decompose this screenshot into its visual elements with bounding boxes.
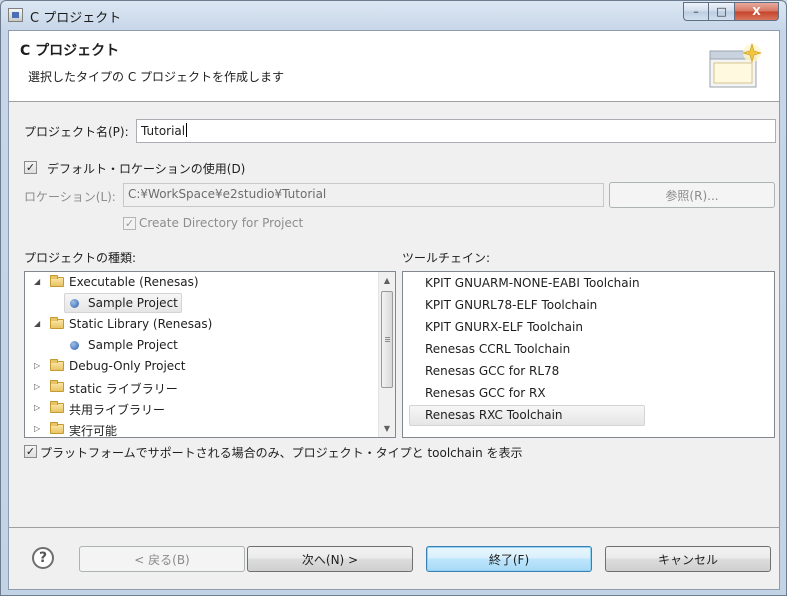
tree-item-shared-library[interactable]: ▷ 共用ライブラリー [25,398,380,419]
banner-title: C プロジェクト [20,43,120,59]
close-button[interactable]: X [735,2,779,21]
collapsed-triangle-icon[interactable]: ▷ [34,361,40,370]
help-icon[interactable]: ? [32,547,54,569]
finish-button[interactable]: 終了(F) [426,546,592,572]
folder-icon [50,359,64,371]
minimize-button[interactable]: – [683,2,709,21]
tree-item-label: Sample Project [88,338,178,352]
next-button[interactable]: 次へ(N) > [247,546,413,572]
back-button[interactable]: < 戻る(B) [79,546,245,572]
tree-item-label: Sample Project [88,296,178,310]
folder-icon [50,422,64,434]
tree-item-label: Executable (Renesas) [69,275,199,289]
project-name-input[interactable]: Tutorial [136,119,776,143]
project-types-label: プロジェクトの種類: [24,251,137,265]
tree-item-debug-only[interactable]: ▷ Debug-Only Project [25,356,380,377]
tree-item-static-library-jp[interactable]: ▷ static ライブラリー [25,377,380,398]
new-project-wizard-icon [709,42,763,88]
default-location-checkbox[interactable]: ✓ [24,161,37,174]
project-name-label: プロジェクト名(P): [24,125,129,139]
window-title: C プロジェクト [30,11,122,26]
cancel-button[interactable]: キャンセル [605,546,771,572]
create-directory-label: Create Directory for Project [139,216,304,230]
tree-item-sample-project[interactable]: Sample Project [25,293,380,314]
toolchain-item[interactable]: Renesas GCC for RL78 [425,364,559,384]
dialog-window: C プロジェクト – □ X C プロジェクト 選択したタイプの C プロジェク… [0,0,787,596]
project-name-value: Tutorial [141,124,186,138]
platform-filter-checkbox[interactable]: ✓ [24,445,37,458]
location-input[interactable]: C:¥WorkSpace¥e2studio¥Tutorial [123,183,604,207]
title-bar[interactable]: C プロジェクト – □ X [1,1,786,29]
expanded-triangle-icon[interactable]: ◢ [34,277,40,286]
tree-item-label: 実行可能 [69,424,118,438]
tree-item-label: Static Library (Renesas) [69,317,213,331]
text-caret [186,123,188,137]
collapsed-triangle-icon[interactable]: ▷ [34,424,40,433]
tree-item-label: 共用ライブラリー [69,403,166,417]
folder-icon [50,401,64,413]
toolchain-item[interactable]: Renesas GCC for RX [425,386,546,406]
wizard-banner: C プロジェクト 選択したタイプの C プロジェクトを作成します [9,31,779,102]
thumb-grip [385,339,390,340]
location-label: ロケーション(L): [24,190,116,204]
scroll-down-arrow[interactable]: ▼ [379,420,395,437]
collapsed-triangle-icon[interactable]: ▷ [34,403,40,412]
app-icon [8,8,23,22]
window-controls: – □ X [683,2,779,21]
dialog-content: C プロジェクト 選択したタイプの C プロジェクトを作成します プロジェクト名… [8,30,780,590]
toolchain-item[interactable]: KPIT GNUARM-NONE-EABI Toolchain [425,276,640,296]
default-location-label: デフォルト・ロケーションの使用(D) [47,162,246,176]
create-directory-checkbox[interactable]: ✓ [123,217,136,230]
scroll-thumb[interactable] [381,291,393,388]
maximize-button[interactable]: □ [709,2,735,21]
tree-item-executable[interactable]: ◢ Executable (Renesas) [25,272,380,293]
toolchain-item[interactable]: KPIT GNURX-ELF Toolchain [425,320,583,340]
thumb-grip [385,337,390,338]
toolchain-label: ツールチェイン: [402,251,491,265]
collapsed-triangle-icon[interactable]: ▷ [34,382,40,391]
folder-icon [50,275,64,287]
tree-scrollbar[interactable]: ▲ ▼ [378,272,395,437]
project-template-icon [70,299,79,308]
folder-icon [50,380,64,392]
folder-icon [50,317,64,329]
tree-item-label: Debug-Only Project [69,359,186,373]
footer-divider [9,527,779,528]
platform-filter-label: プラットフォームでサポートされる場合のみ、プロジェクト・タイプと toolcha… [40,446,523,460]
toolchain-list[interactable]: KPIT GNUARM-NONE-EABI Toolchain KPIT GNU… [402,271,775,438]
expanded-triangle-icon[interactable]: ◢ [34,319,40,328]
project-type-tree[interactable]: ◢ Executable (Renesas) Sample Project ◢ … [24,271,396,438]
project-template-icon [70,341,79,350]
tree-item-label: static ライブラリー [69,382,178,396]
toolchain-item[interactable]: Renesas CCRL Toolchain [425,342,570,362]
banner-description: 選択したタイプの C プロジェクトを作成します [28,70,285,84]
toolchain-item-selected[interactable]: Renesas RXC Toolchain [425,408,563,428]
scroll-up-arrow[interactable]: ▲ [379,272,395,289]
thumb-grip [385,341,390,342]
tree-item-static-library[interactable]: ◢ Static Library (Renesas) [25,314,380,335]
tree-item-sample-project[interactable]: Sample Project [25,335,380,356]
tree-item-executable-jp[interactable]: ▷ 実行可能 [25,419,380,438]
toolchain-item[interactable]: KPIT GNURL78-ELF Toolchain [425,298,597,318]
browse-button[interactable]: 参照(R)... [609,182,775,208]
